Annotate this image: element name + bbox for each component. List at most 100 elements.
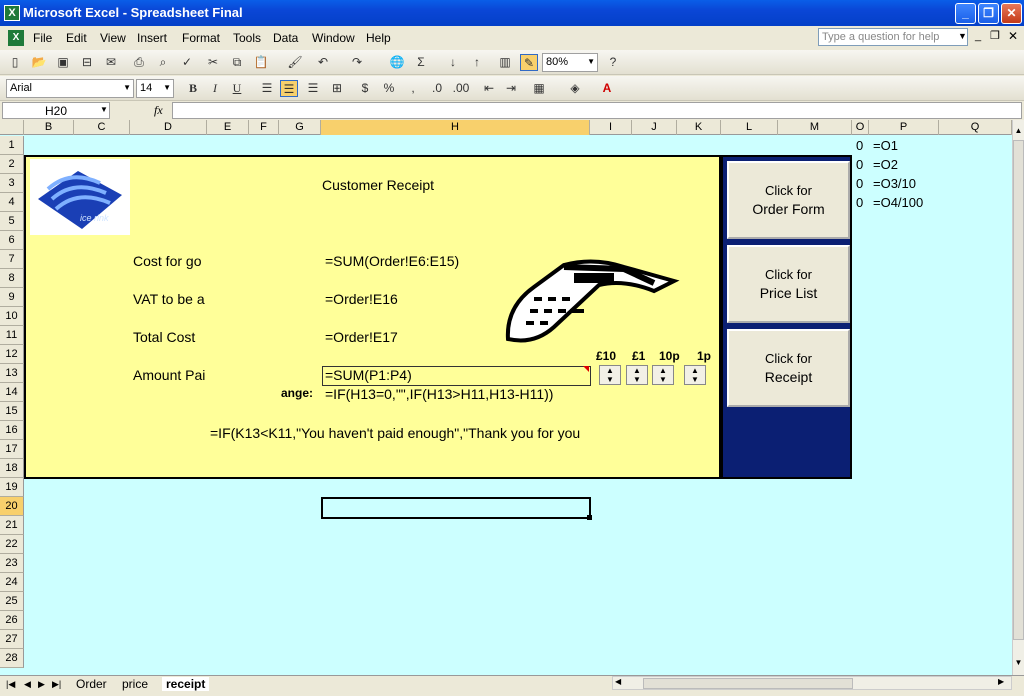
- redo-icon[interactable]: ↷: [348, 54, 366, 71]
- menu-edit[interactable]: Edit: [66, 31, 87, 45]
- column-header[interactable]: P: [869, 120, 939, 135]
- hyperlink-icon[interactable]: 🌐: [388, 54, 406, 71]
- row-header[interactable]: 19: [0, 478, 24, 497]
- open-icon[interactable]: 📂: [30, 54, 48, 71]
- spelling-icon[interactable]: ✓: [178, 54, 196, 71]
- column-header[interactable]: J: [632, 120, 677, 135]
- spinner-one-penny[interactable]: ▲ ▼: [684, 365, 706, 385]
- maximize-button[interactable]: ❐: [978, 3, 999, 24]
- receipt-button[interactable]: Click for Receipt: [727, 329, 850, 407]
- save-icon[interactable]: ▣: [54, 54, 72, 71]
- row-header[interactable]: 18: [0, 459, 24, 478]
- menu-format[interactable]: Format: [182, 31, 220, 45]
- name-box-dropdown-icon[interactable]: ▼: [100, 105, 108, 114]
- print-icon[interactable]: ⎙: [130, 54, 148, 71]
- row-header[interactable]: 13: [0, 364, 24, 383]
- cell-p2[interactable]: =O2: [873, 157, 898, 172]
- zoom-select[interactable]: 80% ▼: [542, 53, 598, 72]
- cell-o3[interactable]: 0: [856, 176, 863, 191]
- italic-button[interactable]: I: [206, 80, 224, 97]
- menu-tools[interactable]: Tools: [233, 31, 261, 45]
- sheet-tab-price[interactable]: price: [122, 677, 148, 691]
- menu-insert[interactable]: Insert: [137, 31, 167, 45]
- row-header[interactable]: 8: [0, 269, 24, 288]
- cell-o1[interactable]: 0: [856, 138, 863, 153]
- prev-sheet-icon[interactable]: ◀: [24, 679, 31, 690]
- borders-icon[interactable]: ▦: [530, 80, 548, 97]
- scroll-thumb[interactable]: [1013, 140, 1024, 640]
- doc-close-button[interactable]: ✕: [1008, 29, 1018, 43]
- row-header[interactable]: 11: [0, 326, 24, 345]
- menu-help[interactable]: Help: [366, 31, 391, 45]
- align-center-icon[interactable]: ☰: [280, 80, 298, 97]
- font-size-select[interactable]: 14 ▼: [136, 79, 174, 98]
- vat-formula[interactable]: =Order!E16: [325, 291, 398, 307]
- order-form-button[interactable]: Click for Order Form: [727, 161, 850, 239]
- sort-ascending-icon[interactable]: ↓: [444, 54, 462, 71]
- row-header[interactable]: 6: [0, 231, 24, 250]
- row-header[interactable]: 24: [0, 573, 24, 592]
- row-header[interactable]: 23: [0, 554, 24, 573]
- row-header[interactable]: 22: [0, 535, 24, 554]
- row-header-selected[interactable]: 20: [0, 497, 24, 516]
- select-all-corner[interactable]: [0, 120, 24, 135]
- close-button[interactable]: ✕: [1001, 3, 1022, 24]
- column-header[interactable]: I: [590, 120, 632, 135]
- row-header[interactable]: 15: [0, 402, 24, 421]
- paste-icon[interactable]: 📋: [252, 54, 270, 71]
- row-header[interactable]: 3: [0, 174, 24, 193]
- font-color-icon[interactable]: A: [598, 80, 616, 97]
- help-search-input[interactable]: Type a question for help: [818, 28, 968, 46]
- cell-p3[interactable]: =O3/10: [873, 176, 916, 191]
- row-header[interactable]: 17: [0, 440, 24, 459]
- active-cell-selection[interactable]: [321, 497, 591, 519]
- column-header[interactable]: B: [24, 120, 74, 135]
- first-sheet-icon[interactable]: |◀: [6, 679, 15, 690]
- sheet-tab-order[interactable]: Order: [76, 677, 107, 691]
- column-header[interactable]: G: [279, 120, 321, 135]
- drawing-icon[interactable]: ✎: [520, 54, 538, 71]
- row-header[interactable]: 21: [0, 516, 24, 535]
- autosum-icon[interactable]: Σ: [412, 54, 430, 71]
- worksheet-grid[interactable]: B C D E F G H I J K L M O P Q 1234567891…: [0, 120, 1012, 675]
- row-header[interactable]: 10: [0, 307, 24, 326]
- horizontal-scrollbar[interactable]: ◀ ▶: [612, 676, 1012, 690]
- change-formula[interactable]: =IF(H13=0,"",IF(H13>H11,H13-H11)): [325, 386, 553, 402]
- bold-button[interactable]: B: [184, 80, 202, 97]
- doc-minimize-button[interactable]: _: [975, 30, 981, 42]
- total-formula[interactable]: =Order!E17: [325, 329, 398, 345]
- spinner-one-pound[interactable]: ▲ ▼: [626, 365, 648, 385]
- column-header[interactable]: Q: [939, 120, 1012, 135]
- scroll-left-icon[interactable]: ◀: [615, 677, 621, 686]
- excel-icon[interactable]: X: [4, 5, 20, 21]
- scroll-right-icon[interactable]: ▶: [998, 677, 1004, 686]
- doc-restore-button[interactable]: ❐: [990, 29, 1000, 42]
- column-header[interactable]: O: [852, 120, 869, 135]
- percent-icon[interactable]: %: [380, 80, 398, 97]
- row-header[interactable]: 25: [0, 592, 24, 611]
- sort-descending-icon[interactable]: ↑: [468, 54, 486, 71]
- column-header[interactable]: L: [721, 120, 778, 135]
- row-header[interactable]: 1: [0, 136, 24, 155]
- row-header[interactable]: 27: [0, 630, 24, 649]
- undo-icon[interactable]: ↶: [314, 54, 332, 71]
- increase-indent-icon[interactable]: ⇥: [502, 80, 520, 97]
- comma-style-icon[interactable]: ,: [404, 80, 422, 97]
- column-header[interactable]: C: [74, 120, 130, 135]
- menu-view[interactable]: View: [100, 31, 126, 45]
- merge-center-icon[interactable]: ⊞: [328, 80, 346, 97]
- fill-color-icon[interactable]: ◈: [566, 80, 584, 97]
- print-preview-icon[interactable]: ⌕: [154, 54, 172, 71]
- cell-o2[interactable]: 0: [856, 157, 863, 172]
- decrease-indent-icon[interactable]: ⇤: [480, 80, 498, 97]
- scroll-down-icon[interactable]: ▼: [1013, 658, 1024, 670]
- insert-function-icon[interactable]: fx: [154, 103, 163, 118]
- vertical-scrollbar[interactable]: ▲ ▼: [1012, 120, 1024, 675]
- underline-button[interactable]: U: [228, 80, 246, 97]
- column-header[interactable]: M: [778, 120, 852, 135]
- price-list-button[interactable]: Click for Price List: [727, 245, 850, 323]
- font-name-select[interactable]: Arial ▼: [6, 79, 134, 98]
- column-header[interactable]: K: [677, 120, 721, 135]
- spinner-ten-pounds[interactable]: ▲ ▼: [599, 365, 621, 385]
- column-header[interactable]: E: [207, 120, 249, 135]
